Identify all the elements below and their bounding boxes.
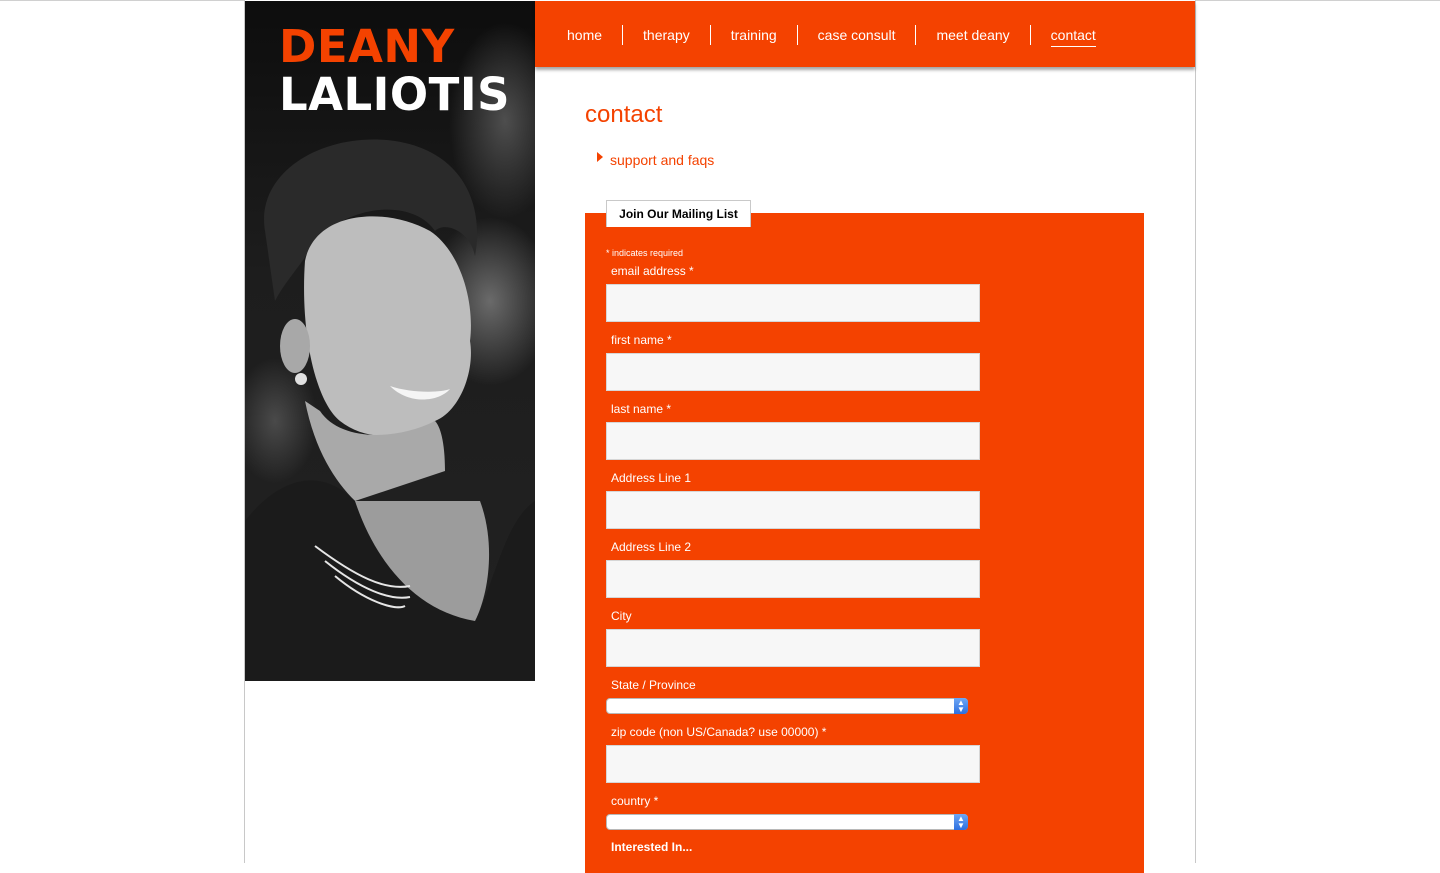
nav-list: home therapy training case consult meet …	[535, 25, 1116, 47]
select-arrows-icon: ▲ ▼	[954, 698, 968, 714]
interested-in-label: Interested In...	[611, 840, 693, 854]
nav-home[interactable]: home	[535, 25, 622, 45]
zip-label: zip code (non US/Canada? use 00000) *	[611, 725, 827, 739]
state-select[interactable]: ▲ ▼	[606, 698, 968, 714]
state-label: State / Province	[611, 678, 696, 692]
nav-therapy[interactable]: therapy	[622, 25, 710, 45]
brand-first-name: DEANY	[279, 20, 455, 73]
last-name-field[interactable]	[606, 422, 980, 460]
nav-contact[interactable]: contact	[1029, 25, 1116, 47]
page-title: contact	[585, 101, 663, 128]
country-select[interactable]: ▲ ▼	[606, 814, 968, 830]
arrow-right-icon	[597, 152, 603, 162]
mailing-list-tab: Join Our Mailing List	[606, 200, 751, 227]
email-field[interactable]	[606, 284, 980, 322]
address-line-1-label: Address Line 1	[611, 471, 692, 485]
select-arrows-icon: ▲ ▼	[954, 814, 968, 830]
address-line-2-label: Address Line 2	[611, 540, 692, 554]
first-name-field[interactable]	[606, 353, 980, 391]
address-line-2-field[interactable]	[606, 560, 980, 598]
nav-meet-deany[interactable]: meet deany	[915, 25, 1029, 45]
nav-training[interactable]: training	[709, 25, 797, 45]
zip-field[interactable]	[606, 745, 980, 783]
first-name-label: first name *	[611, 333, 672, 347]
email-label: email address *	[611, 264, 694, 278]
top-navigation: home therapy training case consult meet …	[535, 1, 1195, 67]
support-faqs-link[interactable]: support and faqs	[597, 152, 714, 168]
last-name-label: last name *	[611, 402, 672, 416]
support-faqs-label: support and faqs	[610, 152, 715, 168]
required-note: * indicates required	[606, 248, 684, 258]
address-line-1-field[interactable]	[606, 491, 980, 529]
city-label: City	[611, 609, 632, 623]
nav-case-consult[interactable]: case consult	[796, 25, 916, 45]
country-label: country *	[611, 794, 659, 808]
brand-last-name: LALIOTIS	[279, 68, 511, 121]
city-field[interactable]	[606, 629, 980, 667]
